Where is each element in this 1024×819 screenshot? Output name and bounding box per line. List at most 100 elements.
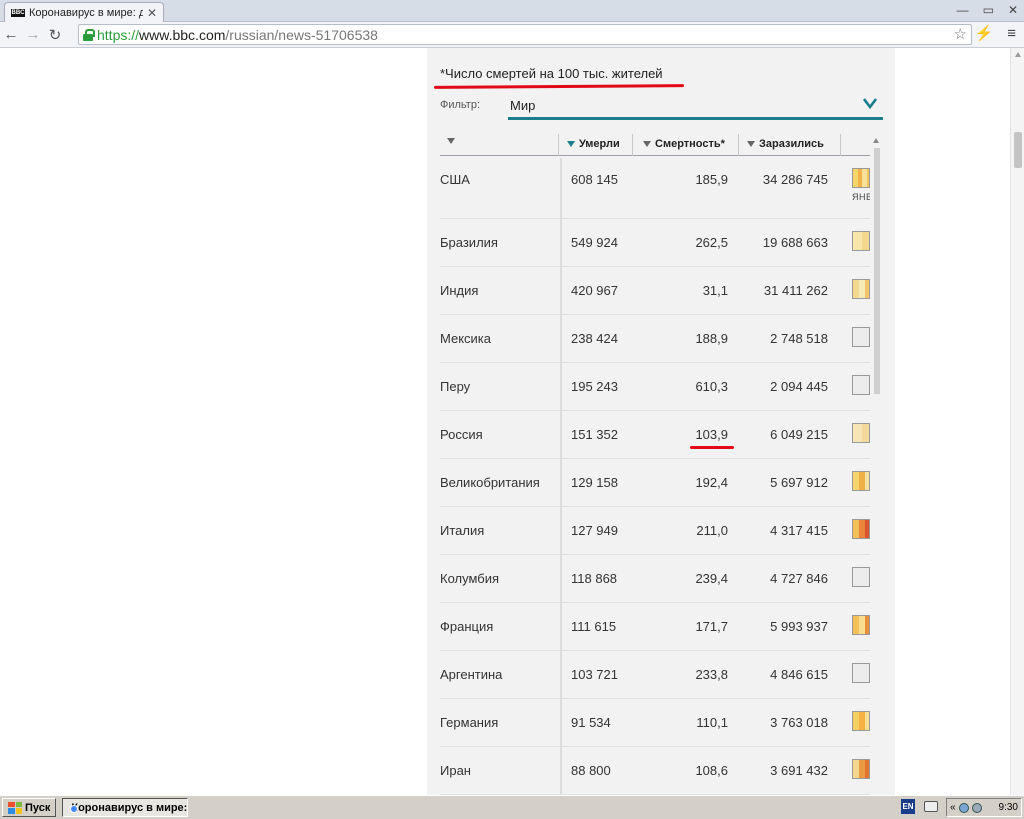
trend-sparkline-icon[interactable] (852, 423, 870, 443)
cases-value: 6 049 215 (770, 427, 828, 442)
country-name: Аргентина (440, 667, 503, 682)
table-row[interactable]: Перу 195 243 610,3 2 094 445 (440, 363, 870, 411)
header-rate[interactable]: Смертность* (643, 138, 725, 150)
table-row[interactable]: Колумбия 118 868 239,4 4 727 846 (440, 555, 870, 603)
network-icon[interactable] (958, 802, 969, 813)
cases-value: 4 846 615 (770, 667, 828, 682)
filter-select[interactable]: Мир (508, 94, 883, 120)
sort-icon (643, 141, 651, 147)
forward-icon[interactable]: → (22, 24, 44, 46)
trend-sparkline-icon[interactable] (852, 231, 870, 251)
taskbar-chrome-window[interactable]: Коронавирус в мире: ... (62, 798, 189, 817)
table-row[interactable]: Иран 88 800 108,6 3 691 432 (440, 747, 870, 795)
column-divider (632, 134, 633, 156)
start-label: Пуск (25, 801, 51, 814)
scroll-up-icon[interactable] (1015, 52, 1021, 57)
address-bar[interactable]: https:// www.bbc.com /russian/news-51706… (78, 24, 972, 45)
close-window-icon[interactable]: ✕ (1008, 3, 1018, 17)
country-name: Великобритания (440, 475, 540, 490)
note-highlight-underline (433, 84, 685, 89)
table-row[interactable]: Великобритания 129 158 192,4 5 697 912 (440, 459, 870, 507)
trend-sparkline-icon[interactable] (852, 567, 870, 587)
table-row[interactable]: Бразилия 549 924 262,5 19 688 663 (440, 219, 870, 267)
cases-value: 34 286 745 (762, 172, 828, 187)
start-button[interactable]: Пуск (2, 798, 57, 817)
country-name: Франция (440, 619, 494, 634)
sort-icon (447, 138, 455, 144)
cases-value: 4 317 415 (770, 523, 828, 538)
chevron-down-icon (863, 98, 877, 110)
url-scheme: https:// (97, 26, 140, 43)
tray-expand-icon[interactable]: « (950, 802, 956, 813)
country-name: Колумбия (440, 571, 499, 586)
death-rate-note: *Число смертей на 100 тыс. жителей (440, 66, 663, 81)
back-icon[interactable]: ← (0, 24, 22, 46)
toolbar-right: ⚡ ≡ (975, 24, 1016, 43)
trend-sparkline-icon[interactable] (852, 519, 870, 539)
cases-value: 4 727 846 (770, 571, 828, 586)
url-path: /russian/news-51706538 (225, 26, 378, 43)
cases-value: 19 688 663 (762, 235, 828, 250)
table-scroll-up-icon[interactable] (873, 138, 879, 143)
language-indicator[interactable]: EN (901, 799, 915, 814)
table-row[interactable]: Мексика 238 424 188,9 2 748 518 (440, 315, 870, 363)
table-row[interactable]: США 608 145 185,9 34 286 745 ЯНВ (440, 158, 870, 219)
url-host: www.bbc.com (139, 26, 226, 43)
trend-sparkline-icon[interactable] (852, 471, 870, 491)
month-label: ЯНВ (852, 192, 870, 202)
trend-sparkline-icon[interactable] (852, 663, 870, 683)
table-scrollbar[interactable] (874, 148, 880, 394)
keyboard-icon[interactable] (924, 801, 938, 812)
country-name: Мексика (440, 331, 492, 346)
sort-active-icon (567, 141, 575, 147)
table-body: США 608 145 185,9 34 286 745 ЯНВ Бразилия 549 … (440, 158, 870, 795)
cases-value: 3 691 432 (770, 763, 828, 778)
bbc-favicon-icon: BBC (11, 8, 25, 17)
trend-sparkline-icon[interactable] (852, 711, 870, 731)
table-row[interactable]: Италия 127 949 211,0 4 317 415 (440, 507, 870, 555)
table-row[interactable]: Индия 420 967 31,1 31 411 262 (440, 267, 870, 315)
minimize-icon[interactable]: — (957, 3, 969, 17)
rate-highlight-underline (690, 446, 734, 449)
trend-sparkline-icon[interactable] (852, 327, 870, 347)
maximize-icon[interactable]: ▭ (983, 3, 994, 17)
close-tab-icon[interactable]: ✕ (147, 6, 157, 20)
header-deaths[interactable]: Умерли (567, 138, 620, 150)
filter-value: Мир (510, 98, 536, 113)
volume-icon[interactable] (971, 802, 982, 813)
table-row[interactable]: Россия 151 352 103,9 6 049 215 (440, 411, 870, 459)
country-name: Россия (440, 427, 483, 442)
header-country[interactable] (447, 138, 459, 144)
lock-icon (83, 28, 95, 41)
page-scrollbar[interactable] (1010, 48, 1024, 795)
system-tray: « 9:30 (946, 798, 1022, 817)
table-header: Умерли Смертность* Заразились (440, 134, 870, 156)
bookmark-star-icon[interactable]: ☆ (954, 25, 967, 43)
window-controls: — ▭ ✕ (957, 3, 1018, 17)
scrollbar-thumb[interactable] (1014, 132, 1022, 168)
table-row[interactable]: Аргентина 103 721 233,8 4 846 615 (440, 651, 870, 699)
table-row[interactable]: Германия 91 534 110,1 3 763 018 (440, 699, 870, 747)
page-viewport: *Число смертей на 100 тыс. жителей Фильт… (0, 48, 1010, 795)
trend-sparkline-icon[interactable] (852, 759, 870, 779)
reload-icon[interactable]: ↻ (44, 24, 66, 46)
cases-value: 3 763 018 (770, 715, 828, 730)
column-divider (558, 134, 559, 156)
browser-tab[interactable]: BBC Коронавирус в мире: данн ✕ (4, 2, 164, 22)
browser-toolbar: ← → ↻ https:// www.bbc.com /russian/news… (0, 22, 1024, 48)
menu-icon[interactable]: ≡ (1007, 25, 1016, 42)
cases-value: 2 748 518 (770, 331, 828, 346)
extension-bolt-icon[interactable]: ⚡ (975, 24, 994, 42)
trend-sparkline-icon[interactable] (852, 279, 870, 299)
trend-sparkline-icon[interactable] (852, 375, 870, 395)
clock[interactable]: 9:30 (999, 802, 1018, 813)
country-name: Бразилия (440, 235, 498, 250)
header-cases[interactable]: Заразились (747, 138, 824, 150)
country-name: Иран (440, 763, 471, 778)
column-divider (840, 134, 841, 156)
trend-sparkline-icon[interactable] (852, 615, 870, 635)
table-row[interactable]: Франция 111 615 171,7 5 993 937 (440, 603, 870, 651)
taskbar: Пуск Коронавирус в мире: ... EN « 9:30 (0, 795, 1024, 819)
column-divider (738, 134, 739, 156)
trend-sparkline-icon[interactable] (852, 168, 870, 188)
